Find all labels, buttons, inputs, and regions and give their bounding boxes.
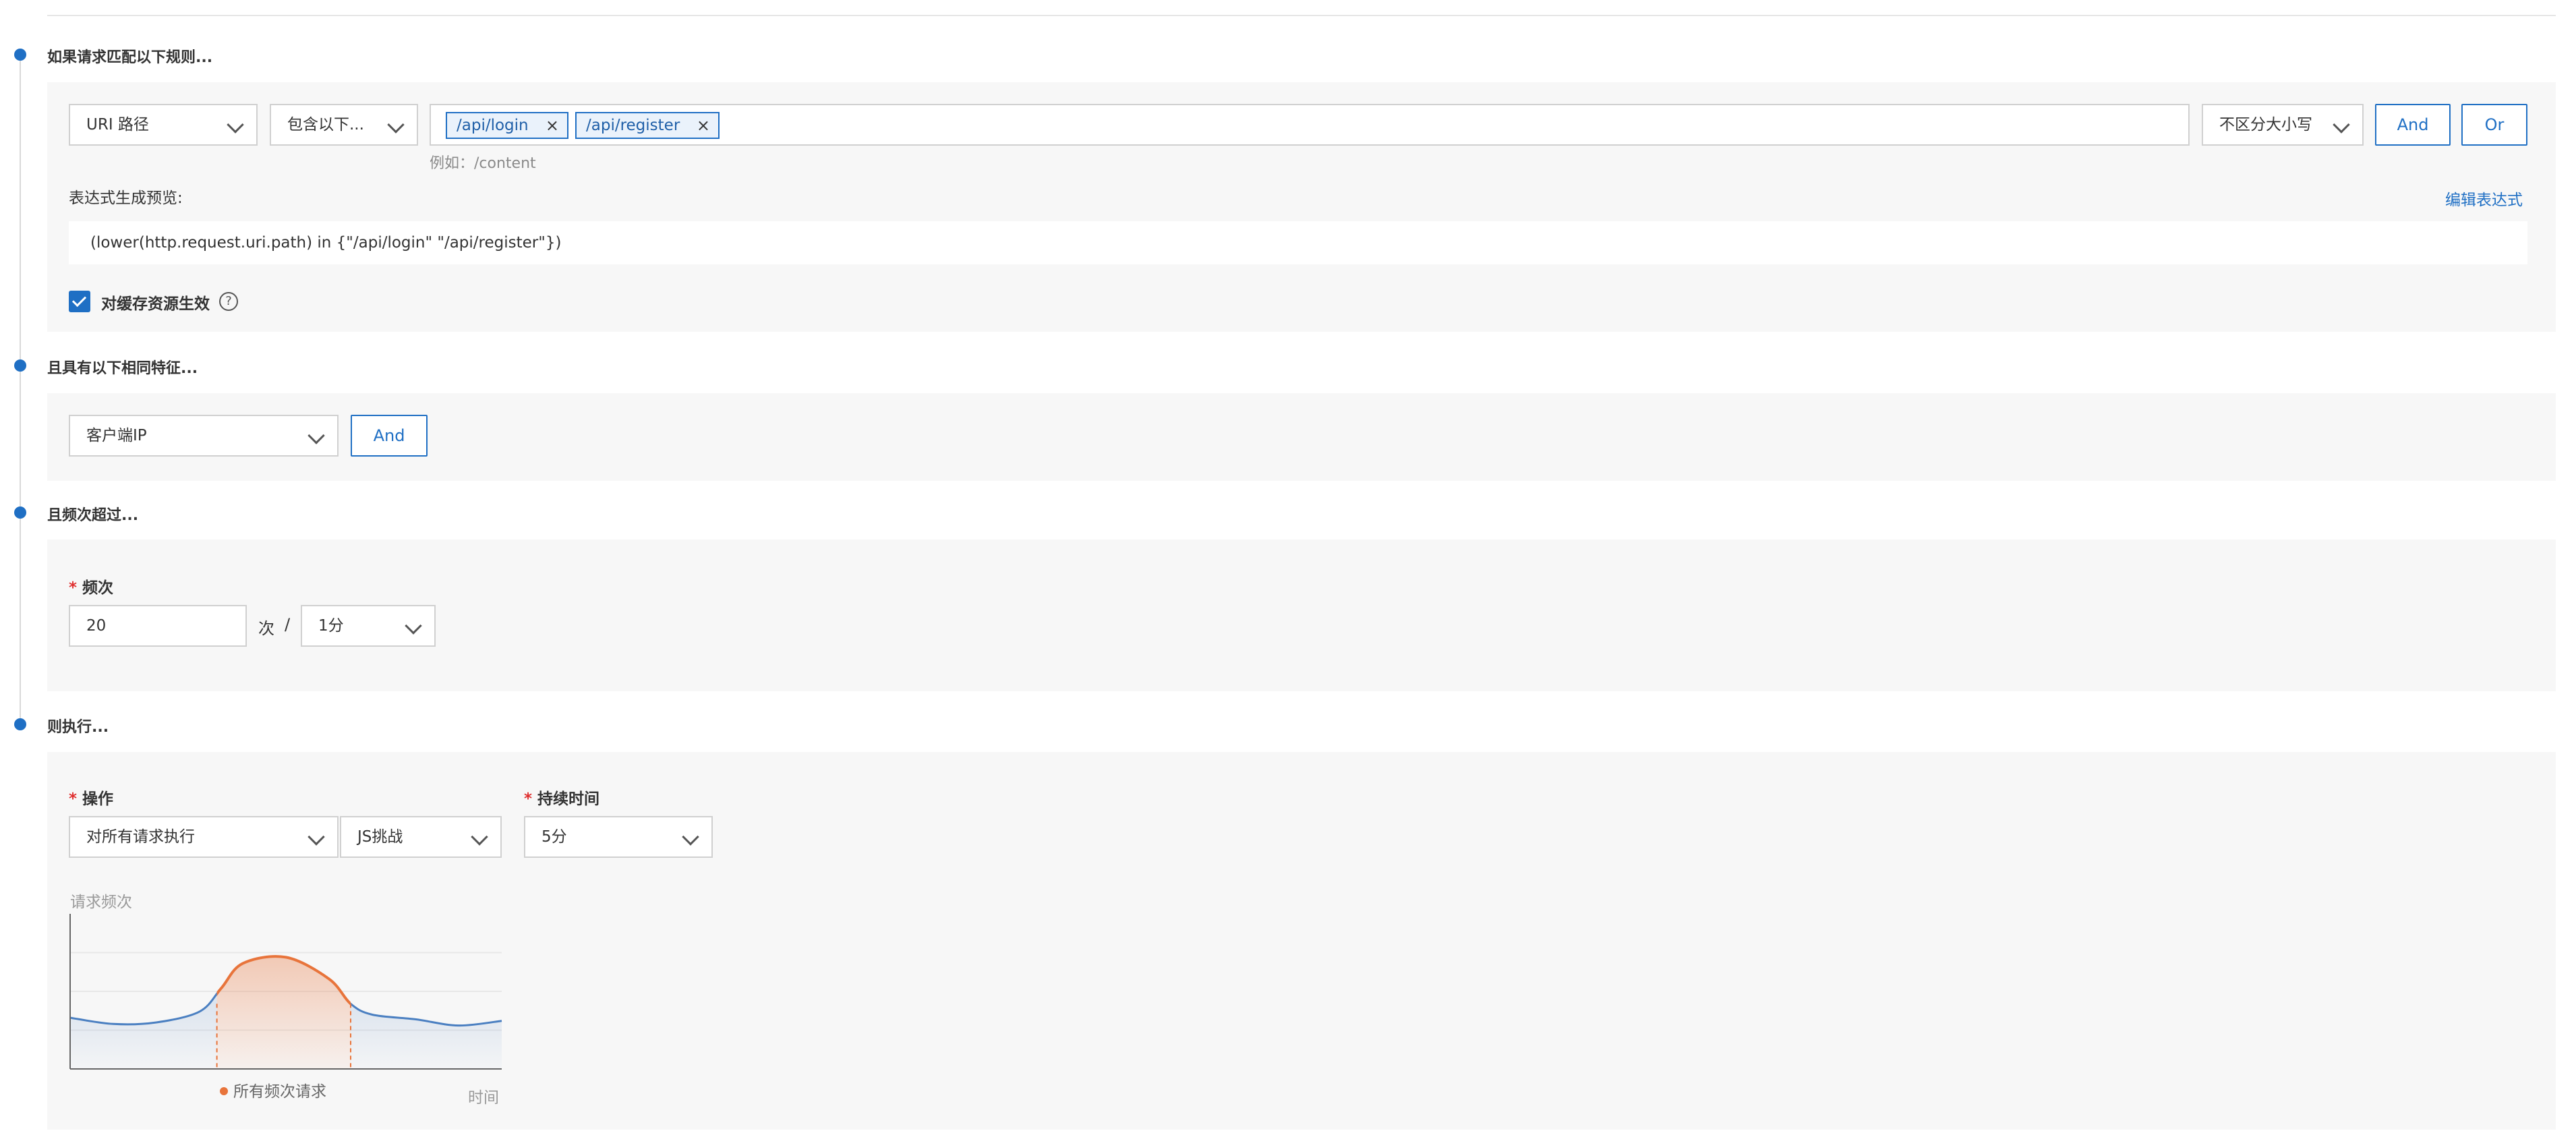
action-select-value: JS挑战 [357, 828, 403, 846]
chevron-down-icon [308, 427, 325, 444]
close-icon[interactable]: × [697, 113, 710, 138]
expression-preview: (lower(http.request.uri.path) in {"/api/… [69, 221, 2527, 264]
tag-label: /api/register [586, 117, 680, 134]
action-label-text: 操作 [82, 790, 114, 808]
step-3-title: 且频次超过... [47, 507, 139, 524]
frequency-label-text: 频次 [82, 579, 114, 597]
case-select-value: 不区分大小写 [2219, 116, 2312, 134]
cache-checkbox[interactable] [69, 291, 90, 312]
timeline-line [20, 55, 21, 730]
duration-label-text: 持续时间 [537, 790, 600, 808]
period-select[interactable]: 1分 [301, 605, 436, 647]
chevron-down-icon [308, 828, 325, 846]
operator-select-value: 包含以下... [287, 116, 364, 134]
times-unit: 次 [258, 619, 274, 638]
required-mark: * [69, 579, 78, 597]
or-button[interactable]: Or [2461, 104, 2527, 146]
slash-separator: / [285, 615, 291, 634]
step-2-title: 且具有以下相同特征... [47, 360, 198, 377]
period-select-value: 1分 [318, 617, 344, 635]
y-axis-label: 请求频次 [70, 894, 132, 911]
feature-select-value: 客户端IP [86, 427, 147, 444]
duration-label: * 持续时间 [524, 786, 599, 809]
edit-expression-link[interactable]: 编辑表达式 [2445, 187, 2523, 210]
required-mark: * [69, 790, 78, 808]
step-1-title: 如果请求匹配以下规则... [47, 49, 213, 66]
chevron-down-icon [2333, 116, 2350, 134]
required-mark: * [524, 790, 533, 808]
field-select-value: URI 路径 [86, 116, 149, 134]
and-button-features[interactable]: And [351, 415, 428, 457]
action-select[interactable]: JS挑战 [340, 816, 502, 858]
duration-select[interactable]: 5分 [524, 816, 713, 858]
step-3-dot [14, 506, 26, 519]
scope-select-value: 对所有请求执行 [86, 828, 195, 846]
field-select[interactable]: URI 路径 [69, 104, 258, 146]
tag-label: /api/login [457, 117, 529, 134]
tag-api-login: /api/login × [446, 112, 568, 139]
close-icon[interactable]: × [546, 113, 559, 138]
step-4-dot [14, 718, 26, 730]
chevron-down-icon [405, 617, 422, 635]
example-hint: 例如：/content [430, 155, 536, 172]
and-button[interactable]: And [2375, 104, 2451, 146]
chevron-down-icon [227, 116, 244, 134]
tag-api-register: /api/register × [575, 112, 720, 139]
legend-dot [220, 1087, 228, 1095]
chevron-down-icon [471, 828, 488, 846]
help-icon[interactable]: ? [219, 292, 238, 311]
preview-label: 表达式生成预览: [69, 190, 183, 207]
step-2-dot [14, 359, 26, 372]
feature-select[interactable]: 客户端IP [69, 415, 339, 457]
x-axis-label: 时间 [468, 1089, 499, 1107]
request-frequency-chart: 请求频次时间 所有频次请求 [69, 894, 502, 1107]
uri-tag-input[interactable]: /api/login × /api/register × [430, 104, 2190, 146]
cache-checkbox-label: 对缓存资源生效 [101, 295, 210, 313]
frequency-label: * 频次 [69, 575, 113, 598]
step-1-dot [14, 49, 26, 61]
frequency-input[interactable]: 20 [69, 605, 247, 647]
scope-select[interactable]: 对所有请求执行 [69, 816, 339, 858]
duration-select-value: 5分 [541, 828, 567, 846]
chevron-down-icon [387, 116, 405, 134]
step-4-title: 则执行... [47, 719, 109, 736]
action-label: * 操作 [69, 786, 113, 809]
case-select[interactable]: 不区分大小写 [2202, 104, 2364, 146]
legend-label: 所有频次请求 [233, 1083, 326, 1101]
operator-select[interactable]: 包含以下... [270, 104, 418, 146]
chevron-down-icon [682, 828, 699, 846]
top-divider [47, 15, 2556, 16]
